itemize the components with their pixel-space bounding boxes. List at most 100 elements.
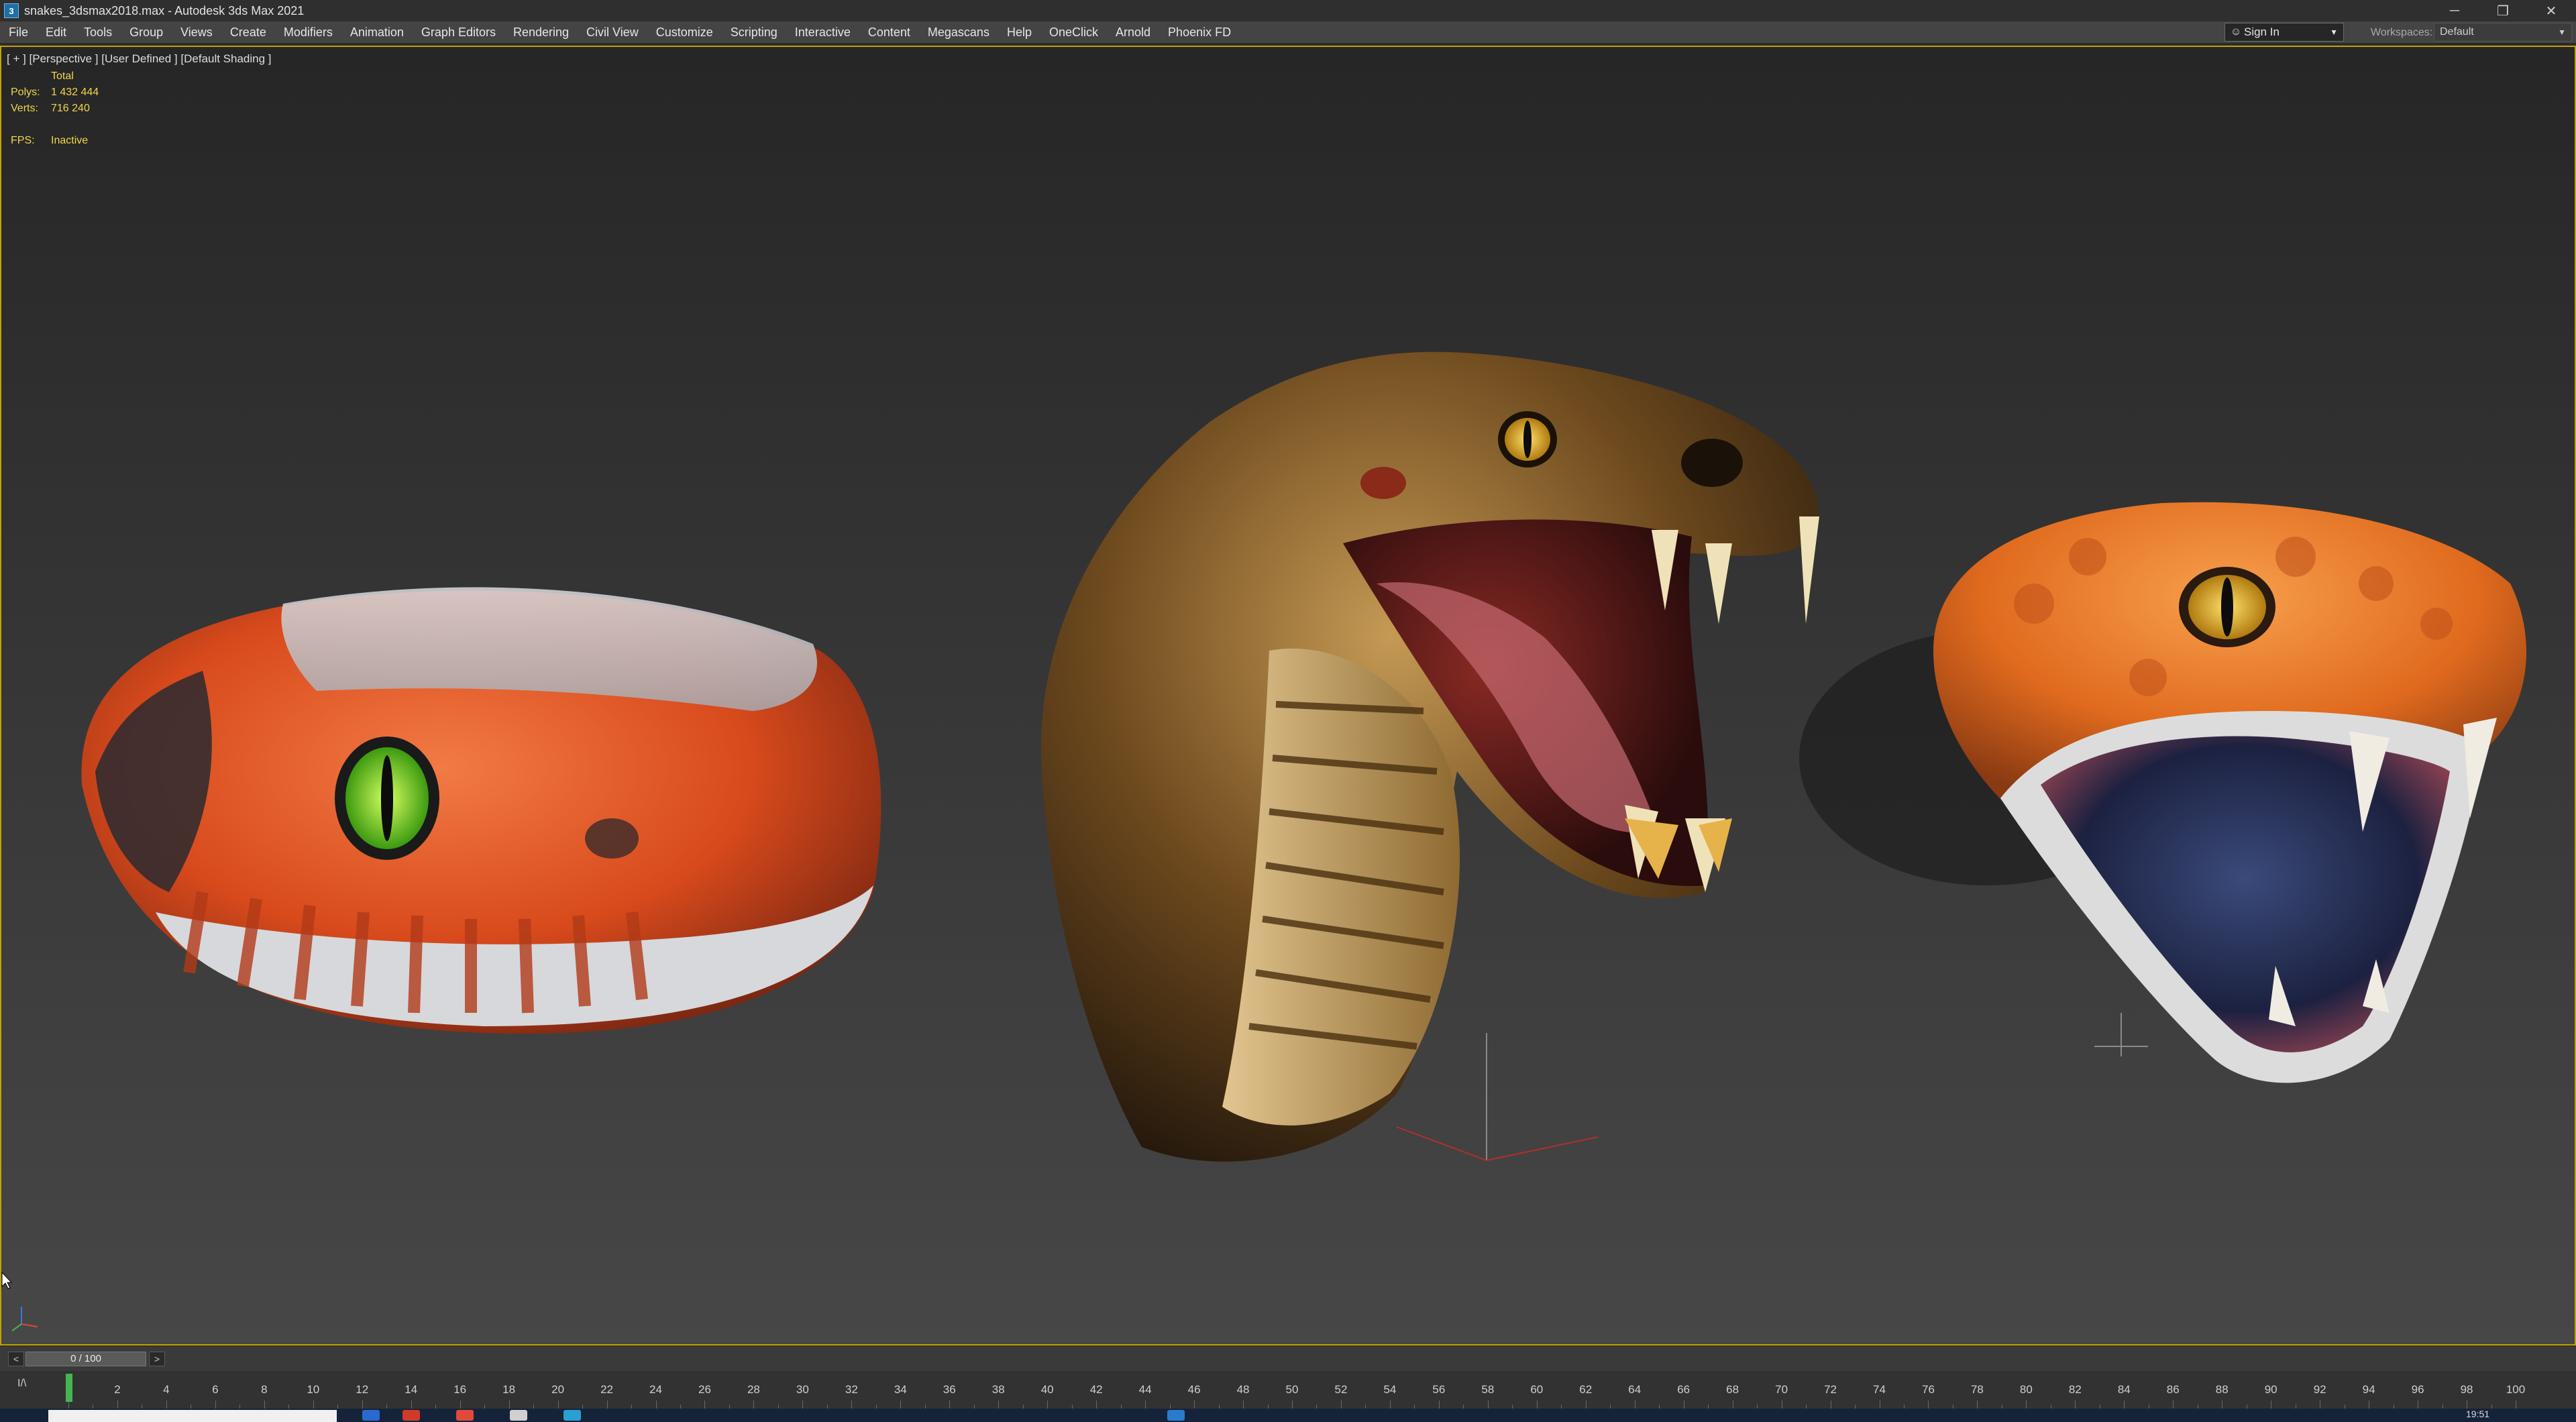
ruler-label: 64 [1628, 1383, 1642, 1396]
ruler-label: 4 [163, 1383, 170, 1396]
menu-content[interactable]: Content [859, 21, 919, 43]
menu-animation[interactable]: Animation [341, 21, 413, 43]
menu-help[interactable]: Help [998, 21, 1040, 43]
ruler-tick [802, 1401, 804, 1409]
menu-rendering[interactable]: Rendering [504, 21, 578, 43]
windows-taskbar: 19:51 [0, 1409, 2576, 1422]
minimize-button[interactable]: ─ [2431, 0, 2478, 21]
3dsmax-app-icon[interactable]: 3 [4, 3, 19, 18]
mouse-cursor-icon [1, 1272, 12, 1289]
menu-group[interactable]: Group [121, 21, 172, 43]
track-bar-ruler[interactable]: 0246810121416182022242628303234363840424… [65, 1371, 2525, 1409]
menu-edit[interactable]: Edit [37, 21, 75, 43]
menu-interactive[interactable]: Interactive [786, 21, 859, 43]
menu-bar: File Edit Tools Group Views Create Modif… [0, 21, 2576, 43]
taskbar-app-icon[interactable] [402, 1410, 420, 1421]
ruler-label: 82 [2068, 1383, 2082, 1396]
ruler-label: 76 [1922, 1383, 1935, 1396]
ruler-label: 44 [1138, 1383, 1152, 1396]
menu-graph-editors[interactable]: Graph Editors [413, 21, 504, 43]
ruler-tick [460, 1401, 461, 1409]
ruler-tick [264, 1401, 265, 1409]
taskbar-search-box[interactable] [48, 1410, 337, 1422]
taskbar-app-icon[interactable] [510, 1410, 527, 1421]
menu-customize[interactable]: Customize [647, 21, 722, 43]
scene-render [81, 351, 2526, 1162]
ruler-tick [998, 1401, 1000, 1409]
ruler-label: 40 [1040, 1383, 1054, 1396]
ruler-tick [606, 1401, 608, 1409]
ruler-tick [557, 1401, 559, 1409]
menu-file[interactable]: File [0, 21, 37, 43]
fps-value: Inactive [51, 135, 89, 146]
ruler-label: 20 [551, 1383, 565, 1396]
viewport-label[interactable]: [ + ] [Perspective ] [User Defined ] [De… [7, 52, 272, 66]
user-icon: ☺ [2230, 26, 2242, 38]
ruler-tick [1145, 1401, 1146, 1409]
ruler-label: 12 [356, 1383, 369, 1396]
mini-curve-editor-toggle[interactable]: I/\ [17, 1378, 26, 1390]
ruler-label: 98 [2460, 1383, 2473, 1396]
taskbar-app-icon[interactable] [1167, 1410, 1185, 1421]
ruler-tick [900, 1401, 902, 1409]
ruler-label: 36 [943, 1383, 956, 1396]
menu-modifiers[interactable]: Modifiers [275, 21, 341, 43]
menu-views[interactable]: Views [172, 21, 221, 43]
ruler-label: 6 [212, 1383, 219, 1396]
taskbar-app-icon[interactable] [362, 1410, 380, 1421]
time-slider-next-button[interactable]: > [149, 1352, 165, 1366]
ruler-label: 92 [2313, 1383, 2326, 1396]
ruler-label: 28 [747, 1383, 760, 1396]
ruler-tick [2026, 1401, 2027, 1409]
ruler-tick [1928, 1401, 1929, 1409]
menu-phoenix-fd[interactable]: Phoenix FD [1159, 21, 1240, 43]
ruler-tick [362, 1401, 363, 1409]
ruler-label: 30 [796, 1383, 809, 1396]
ruler-tick [2124, 1401, 2125, 1409]
menu-scripting[interactable]: Scripting [722, 21, 786, 43]
ruler-tick [2173, 1401, 2174, 1409]
ruler-label: 14 [405, 1383, 418, 1396]
close-button[interactable]: ✕ [2528, 0, 2575, 21]
ruler-label: 74 [1873, 1383, 1886, 1396]
ruler-label: 94 [2362, 1383, 2375, 1396]
sign-in-dropdown[interactable]: ☺ Sign In ▼ [2224, 23, 2344, 42]
ruler-label: 8 [261, 1383, 268, 1396]
menu-create[interactable]: Create [221, 21, 275, 43]
taskbar-app-icon[interactable] [456, 1410, 474, 1421]
ruler-label: 56 [1432, 1383, 1446, 1396]
menu-oneclick[interactable]: OneClick [1040, 21, 1107, 43]
ruler-label: 42 [1089, 1383, 1103, 1396]
time-slider-thumb[interactable]: 0 / 100 [25, 1352, 146, 1366]
ruler-tick [1487, 1401, 1489, 1409]
orange-snake-head[interactable] [1799, 502, 2526, 1083]
ruler-tick [1536, 1401, 1538, 1409]
current-frame-marker[interactable] [66, 1374, 72, 1402]
perspective-viewport[interactable]: [ + ] [Perspective ] [User Defined ] [De… [0, 46, 2576, 1346]
ruler-label: 70 [1775, 1383, 1788, 1396]
window-title: snakes_3dsmax2018.max - Autodesk 3ds Max… [24, 3, 305, 17]
workspaces-select[interactable]: Default ▼ [2434, 23, 2572, 42]
taskbar-clock: 19:51 [2466, 1409, 2490, 1419]
ruler-tick [1292, 1401, 1293, 1409]
ruler-tick [1047, 1401, 1049, 1409]
red-snake-head[interactable] [81, 587, 881, 1034]
ruler-label: 88 [2215, 1383, 2229, 1396]
ruler-label: 50 [1285, 1383, 1299, 1396]
menu-civil-view[interactable]: Civil View [578, 21, 647, 43]
track-bar[interactable]: I/\ 024681012141618202224262830323436384… [0, 1371, 2576, 1409]
pivot-gizmo [1396, 1013, 2148, 1161]
time-slider-prev-button[interactable]: < [8, 1352, 24, 1366]
workspaces-label: Workspaces: [2371, 27, 2433, 38]
fps-label: FPS: [11, 135, 35, 146]
ruler-label: 18 [502, 1383, 516, 1396]
chevron-down-icon: ▼ [2330, 28, 2338, 37]
menu-megascans[interactable]: Megascans [919, 21, 998, 43]
taskbar-app-icon[interactable] [564, 1410, 581, 1421]
cobra-head[interactable] [1040, 351, 1819, 1162]
restore-button[interactable]: ❐ [2479, 0, 2526, 21]
ruler-tick [851, 1401, 853, 1409]
menu-arnold[interactable]: Arnold [1107, 21, 1159, 43]
menu-tools[interactable]: Tools [75, 21, 121, 43]
axis-tripod-icon [11, 1307, 38, 1331]
